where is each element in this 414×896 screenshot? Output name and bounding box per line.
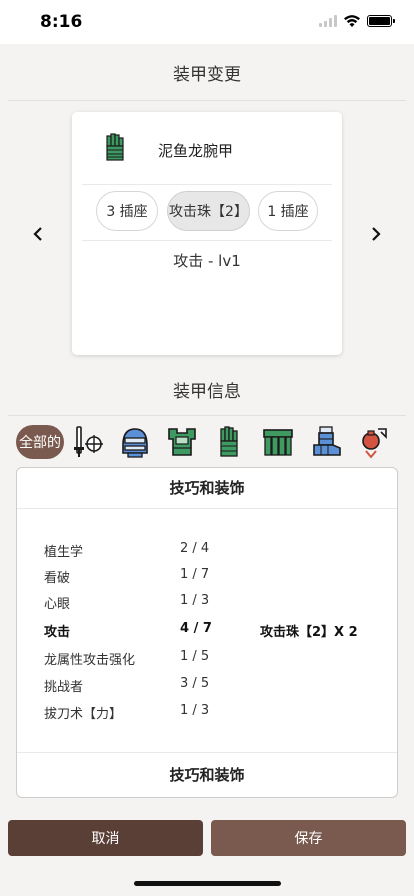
skill-row: 龙属性攻击强化 1 / 5 xyxy=(17,646,397,668)
skill-name: 心眼 xyxy=(44,597,71,612)
armor-info-title: 装甲信息 xyxy=(173,382,241,402)
weapon-icon[interactable] xyxy=(70,423,106,461)
chevron-left-icon[interactable] xyxy=(26,222,50,246)
signal-icon xyxy=(319,15,337,27)
skill-name: 挑战者 xyxy=(44,680,84,695)
skill-row: 心眼 1 / 3 xyxy=(17,590,397,612)
skill-name: 拔刀术【力】 xyxy=(44,707,123,722)
skill-row: 挑战者 3 / 5 xyxy=(17,673,397,695)
armor-card: 泥鱼龙腕甲 3 插座 攻击珠【2】 1 插座 攻击 - lv1 xyxy=(72,112,342,355)
decoration-slots: 3 插座 攻击珠【2】 1 插座 xyxy=(72,191,342,233)
header-divider xyxy=(8,100,406,101)
helmet-icon[interactable] xyxy=(116,423,152,461)
filter-all-button[interactable]: 全部的 xyxy=(16,425,64,459)
save-button[interactable]: 保存 xyxy=(211,820,406,856)
chevron-right-icon[interactable] xyxy=(364,222,388,246)
waist-icon[interactable] xyxy=(260,423,296,461)
page-title: 装甲变更 xyxy=(173,65,241,85)
skills-panel: 技巧和装饰 植生学 2 / 4 看破 1 / 7 心眼 1 / 3 攻击 4 /… xyxy=(16,467,398,798)
armor-filter-bar: 全部的 xyxy=(14,423,402,461)
chest-icon[interactable] xyxy=(164,423,200,461)
skill-level: 1 / 7 xyxy=(180,567,210,582)
slot-2-button[interactable]: 攻击珠【2】 xyxy=(167,191,250,231)
skill-level: 2 / 4 xyxy=(180,541,210,556)
status-bar: 8:16 xyxy=(0,0,414,44)
cancel-button[interactable]: 取消 xyxy=(8,820,203,856)
skill-row: 植生学 2 / 4 xyxy=(17,538,397,560)
skills-panel-footer: 技巧和装饰 xyxy=(169,766,245,784)
section-divider xyxy=(8,415,406,416)
skills-panel-header: 技巧和装饰 xyxy=(169,479,245,497)
charm-icon[interactable] xyxy=(356,423,392,461)
wifi-icon xyxy=(344,15,360,27)
skill-row: 拔刀术【力】 1 / 3 xyxy=(17,700,397,722)
skill-name: 攻击 xyxy=(44,625,71,640)
skill-level: 3 / 5 xyxy=(180,676,210,691)
legs-icon[interactable] xyxy=(308,423,344,461)
gauntlet-icon[interactable] xyxy=(212,423,248,461)
skill-row: 看破 1 / 7 xyxy=(17,564,397,586)
armor-skill: 攻击 - lv1 xyxy=(173,252,241,270)
card-divider xyxy=(82,184,332,185)
status-icons xyxy=(319,14,395,28)
skill-level: 1 / 3 xyxy=(180,593,210,608)
skill-level: 1 / 3 xyxy=(180,703,210,718)
armor-card-header: 泥鱼龙腕甲 xyxy=(72,112,342,184)
panel-divider xyxy=(17,508,397,509)
slot-3-button[interactable]: 1 插座 xyxy=(258,191,318,231)
skill-level: 4 / 7 xyxy=(180,621,212,636)
skill-name: 龙属性攻击强化 xyxy=(44,653,136,668)
skill-level: 1 / 5 xyxy=(180,649,210,664)
slot-1-button[interactable]: 3 插座 xyxy=(96,191,158,231)
skill-name: 看破 xyxy=(44,571,71,586)
skill-decoration: 攻击珠【2】X 2 xyxy=(260,625,358,640)
status-time: 8:16 xyxy=(40,12,83,32)
armor-name: 泥鱼龙腕甲 xyxy=(158,142,234,160)
skill-row: 攻击 4 / 7 攻击珠【2】X 2 xyxy=(17,618,397,640)
card-divider xyxy=(82,240,332,241)
home-indicator xyxy=(134,881,281,886)
battery-icon xyxy=(367,15,395,27)
skill-name: 植生学 xyxy=(44,545,84,560)
gauntlet-icon xyxy=(106,133,124,161)
